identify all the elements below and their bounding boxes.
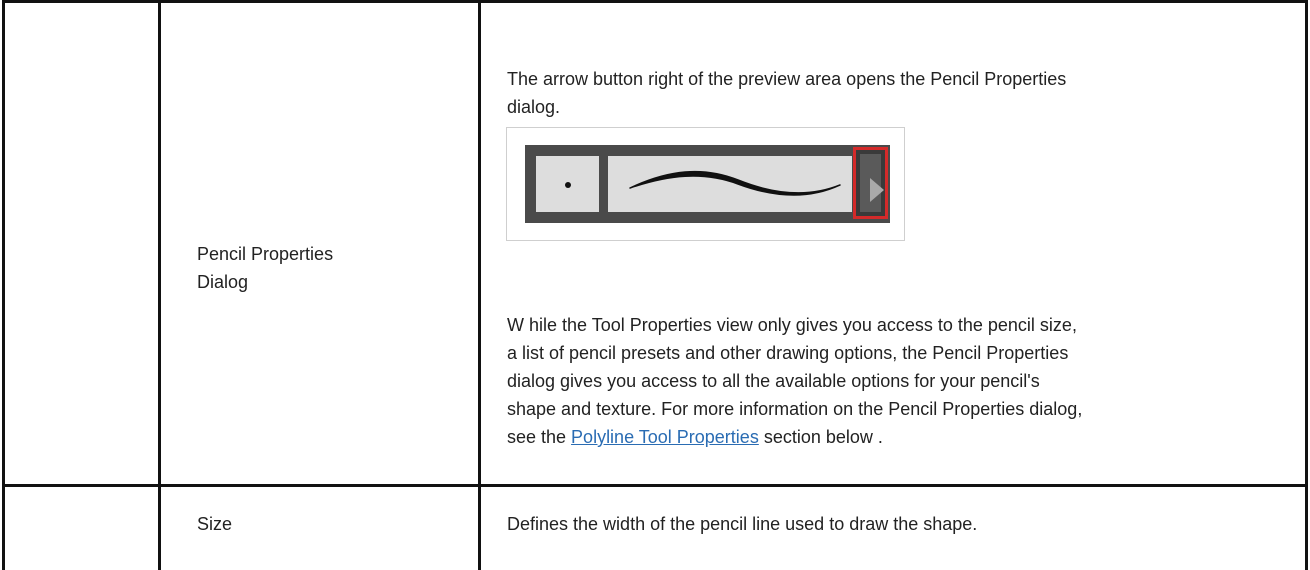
body-line-5: see the Polyline Tool Properties section… — [507, 423, 1297, 451]
intro-line-1: The arrow button right of the preview ar… — [507, 69, 1067, 89]
intro-line-2: dialog. — [507, 97, 561, 117]
row-name-line-1: Pencil Properties — [197, 244, 334, 264]
see-prefix: see the — [507, 427, 572, 447]
size-description: Defines the width of the pencil line use… — [507, 514, 978, 534]
dot-icon — [565, 182, 571, 188]
brush-stroke-icon — [629, 170, 841, 196]
pencil-preview-strip — [525, 145, 890, 223]
description-body: W hile the Tool Properties view only giv… — [507, 311, 1297, 451]
stroke-preview — [608, 156, 852, 212]
row-name-size: Size — [197, 514, 233, 534]
body-line-4: shape and texture. For more information … — [507, 399, 1083, 419]
row-name-pencil-properties-dialog: Pencil Properties Dialog — [197, 240, 457, 296]
properties-table: Pencil Properties Dialog The arrow butto… — [0, 0, 1310, 570]
row-divider — [2, 484, 1308, 487]
arrow-button-face — [860, 154, 884, 212]
body-line-3: dialog gives you access to all the avail… — [507, 371, 1040, 391]
row-name-line-2: Dialog — [197, 272, 249, 292]
pencil-tip-preview — [536, 156, 599, 212]
see-suffix: section below . — [758, 427, 883, 447]
arrow-right-icon — [870, 178, 884, 202]
description-intro: The arrow button right of the preview ar… — [507, 65, 1297, 121]
open-pencil-properties-button[interactable] — [853, 147, 888, 219]
polyline-tool-properties-link[interactable]: Polyline Tool Properties — [571, 427, 759, 447]
body-line-1: W hile the Tool Properties view only giv… — [507, 315, 1077, 335]
pencil-preview-image — [506, 127, 905, 241]
body-line-2: a list of pencil presets and other drawi… — [507, 343, 1069, 363]
table-border-top — [2, 0, 1308, 3]
